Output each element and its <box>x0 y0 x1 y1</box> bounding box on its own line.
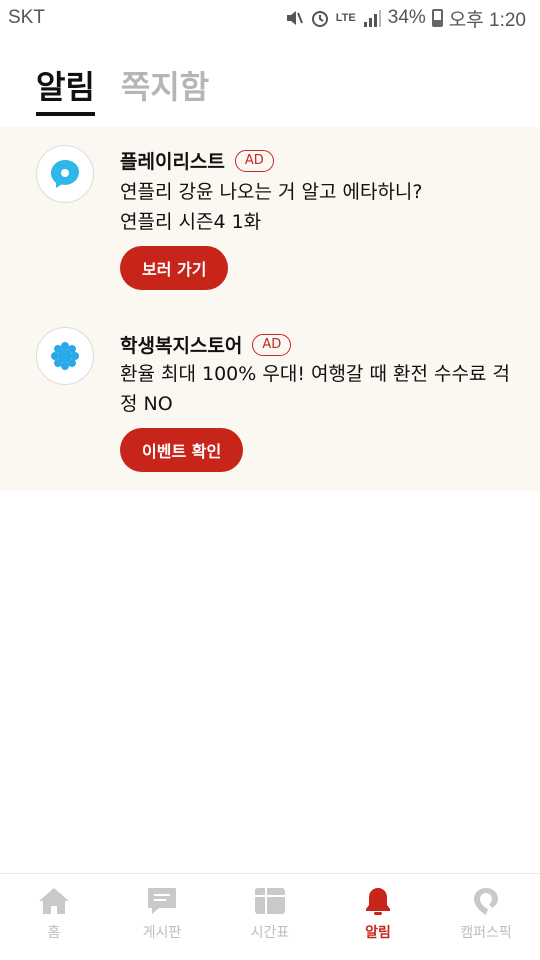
notification-list: 플레이리스트 AD 연플리 강윤 나오는 거 알고 에타하니? 연플리 시즌4 … <box>0 127 540 491</box>
watch-button[interactable]: 보러 가기 <box>120 246 229 290</box>
notification-item[interactable]: 학생복지스토어 AD 환율 최대 100% 우대! 여행갈 때 환전 수수료 걱… <box>0 309 540 491</box>
tab-notifications[interactable]: 알림 <box>36 62 95 116</box>
tab-bar: 알림 쪽지함 <box>36 62 209 116</box>
notification-header: 학생복지스토어 AD <box>120 331 292 358</box>
nav-label: 캠퍼스픽 <box>460 925 512 941</box>
campuspick-icon <box>474 888 498 915</box>
nav-campuspick[interactable]: 캠퍼스픽 <box>432 886 540 942</box>
nav-notifications[interactable]: 알림 <box>324 886 432 942</box>
nav-label: 홈 <box>47 925 61 941</box>
battery-percent: 34% <box>387 7 426 28</box>
carrier-name: SKT <box>8 7 45 28</box>
bell-icon <box>366 888 390 915</box>
status-bar: SKT LTE 34% 오후 1:20 <box>0 0 540 36</box>
notification-body: 환율 최대 100% 우대! 여행갈 때 환전 수수료 걱정 NO <box>120 363 510 415</box>
status-icons: LTE 34% 오후 1:20 <box>284 6 526 31</box>
ad-badge: AD <box>234 149 274 172</box>
timetable-icon <box>255 888 285 914</box>
alarm-icon <box>310 8 330 28</box>
nav-label: 게시판 <box>142 925 182 941</box>
ad-badge: AD <box>252 333 292 356</box>
home-icon <box>39 888 69 914</box>
notification-body: 연플리 강윤 나오는 거 알고 에타하니? 연플리 시즌4 1화 <box>120 181 423 233</box>
network-type: LTE <box>335 12 356 24</box>
nav-home[interactable]: 홈 <box>0 886 108 942</box>
board-icon <box>148 888 176 914</box>
nav-label: 시간표 <box>250 925 290 941</box>
store-avatar <box>36 327 94 385</box>
event-button[interactable]: 이벤트 확인 <box>120 428 244 472</box>
notification-title: 플레이리스트 <box>120 151 225 173</box>
flower-icon <box>51 342 79 370</box>
notification-header: 플레이리스트 AD <box>120 147 274 174</box>
notification-title: 학생복지스토어 <box>120 335 243 357</box>
bottom-nav: 홈 게시판 시간표 알림 캠퍼스픽 <box>0 873 540 960</box>
notification-item[interactable]: 플레이리스트 AD 연플리 강윤 나오는 거 알고 에타하니? 연플리 시즌4 … <box>0 127 540 309</box>
clock: 오후 1:20 <box>448 9 526 31</box>
chat-bubble-icon <box>51 160 79 188</box>
nav-label: 알림 <box>365 925 391 941</box>
battery-icon <box>431 9 443 27</box>
mute-icon <box>284 8 304 28</box>
tab-messages[interactable]: 쪽지함 <box>121 62 209 116</box>
nav-board[interactable]: 게시판 <box>108 886 216 942</box>
playlist-avatar <box>36 145 94 203</box>
nav-timetable[interactable]: 시간표 <box>216 886 324 942</box>
signal-icon <box>362 8 382 28</box>
